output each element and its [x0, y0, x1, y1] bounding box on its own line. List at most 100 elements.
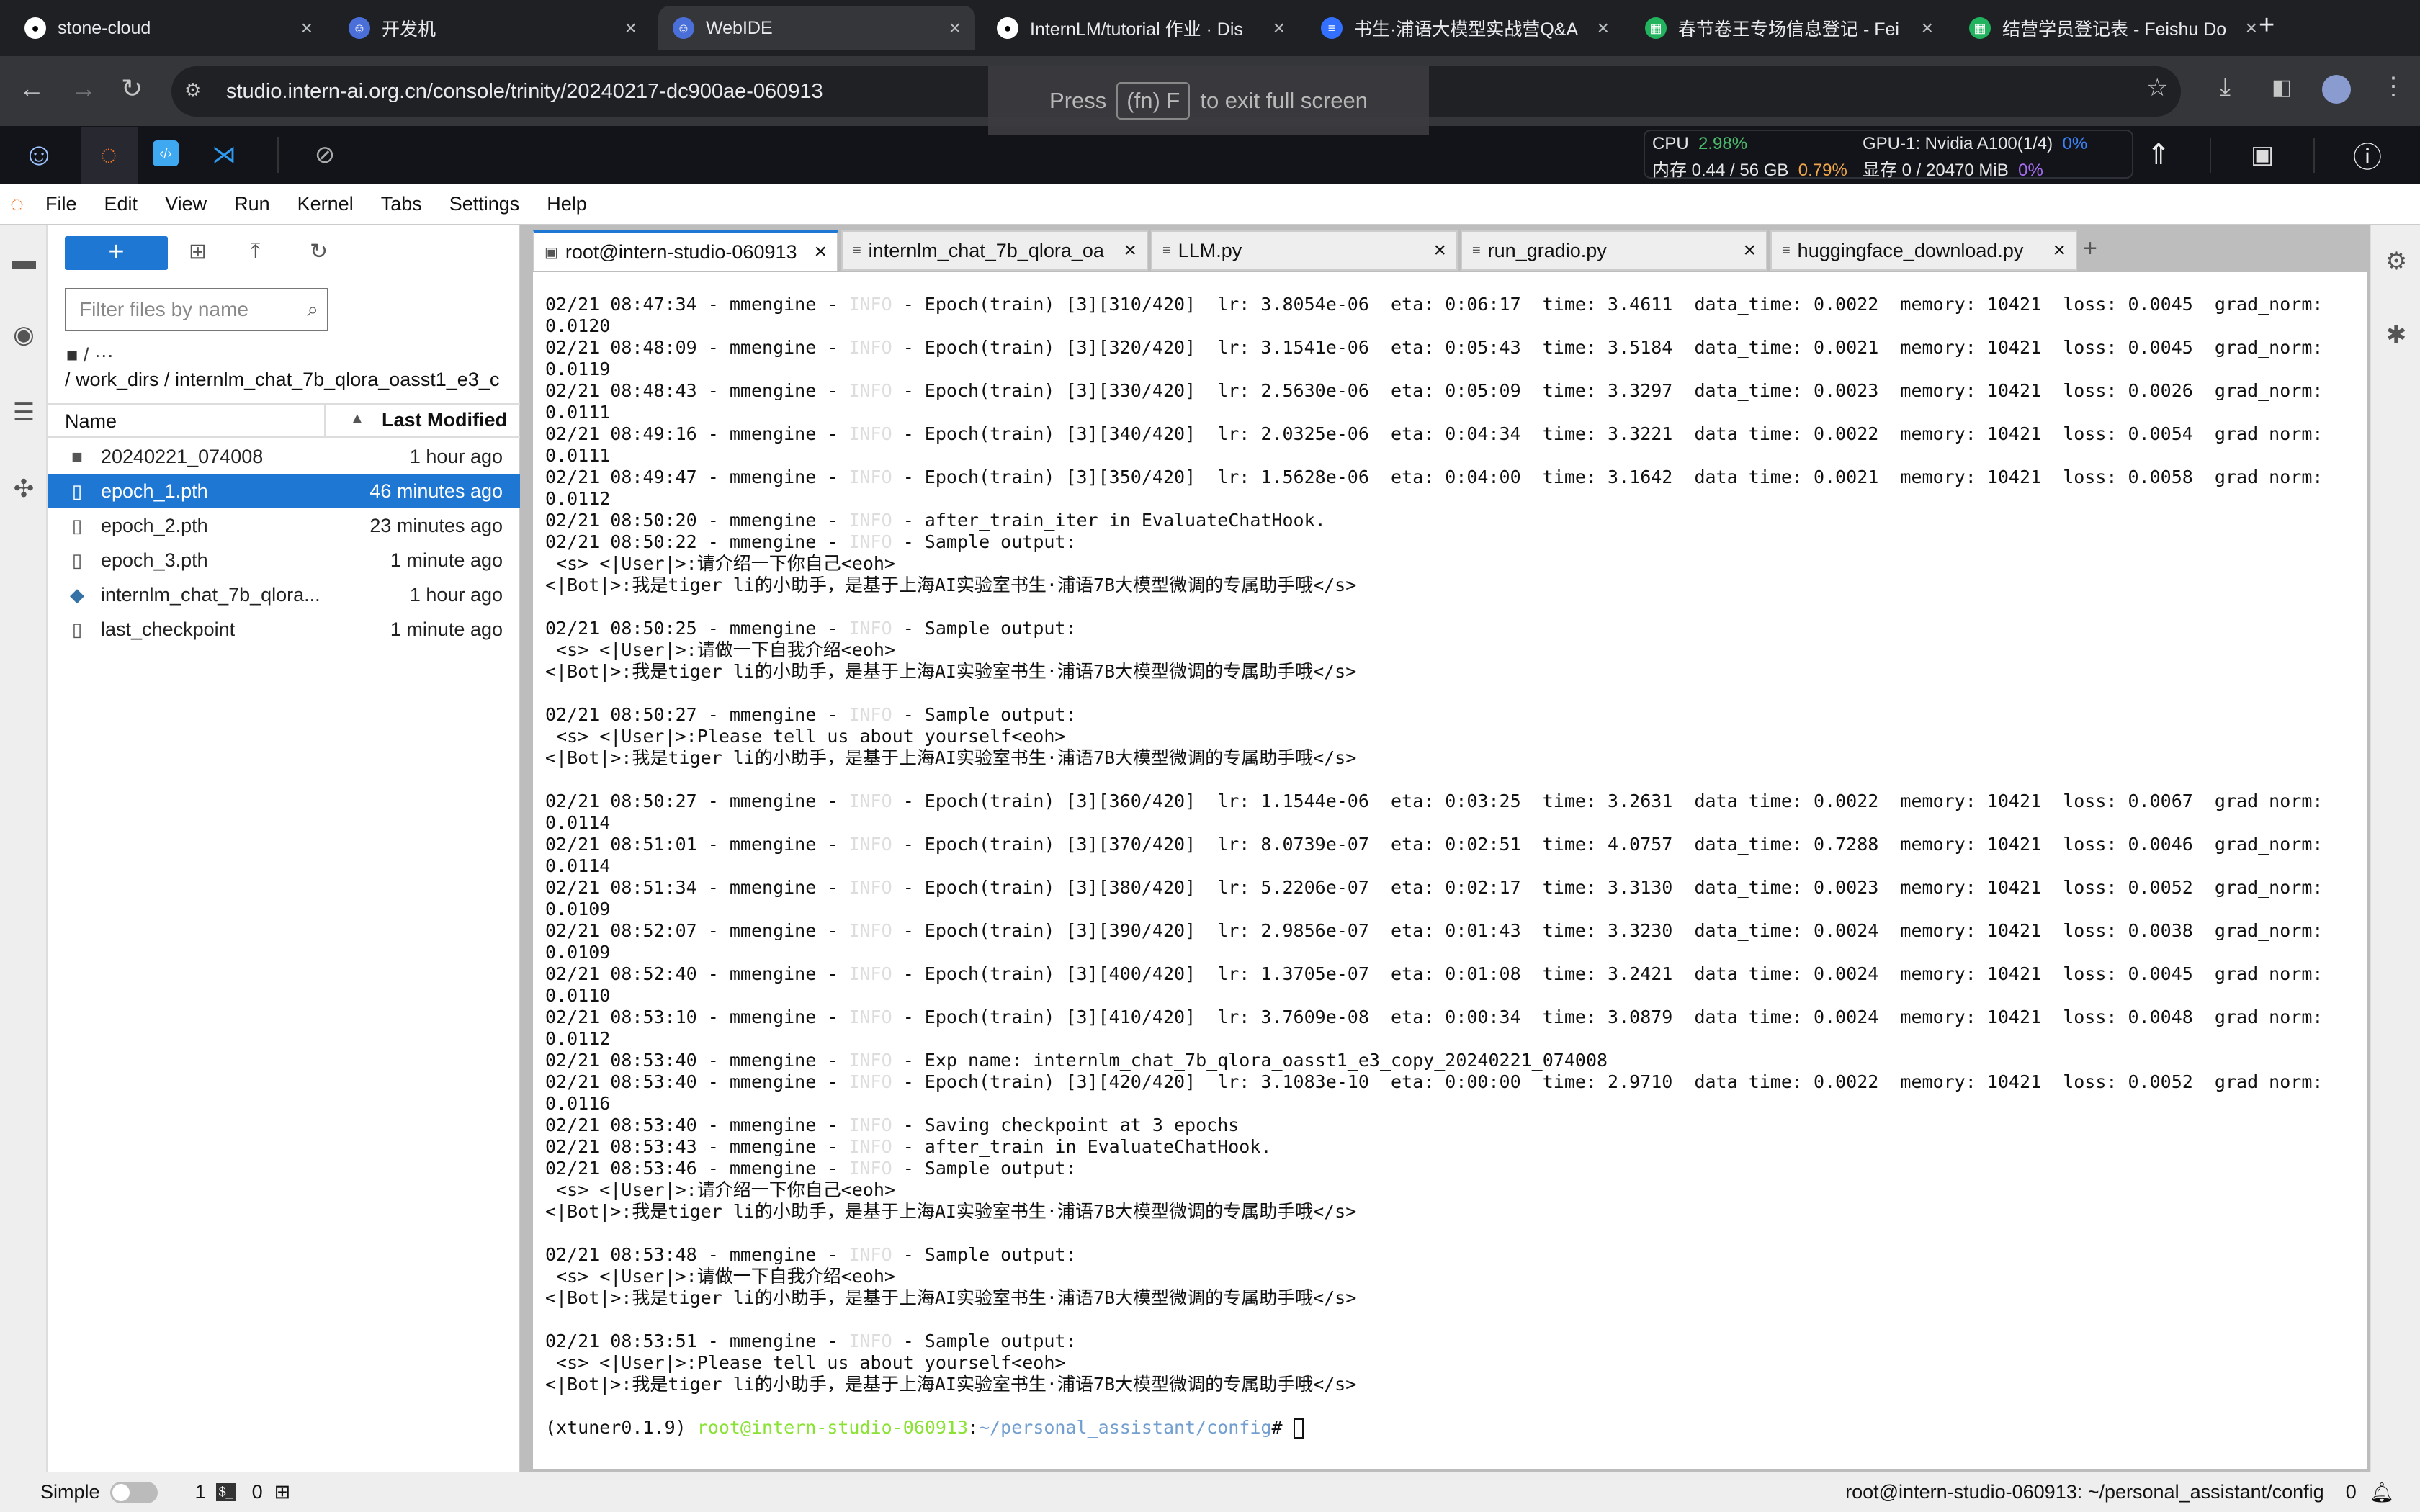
doc-icon: ≡ — [1321, 17, 1343, 39]
notification-count[interactable]: 0 — [2346, 1481, 2357, 1503]
file-row[interactable]: ▯ epoch_1.pth 46 minutes ago — [48, 474, 520, 508]
close-tab-icon[interactable]: × — [625, 17, 637, 40]
editor-tab[interactable]: ≡ run_gradio.py × — [1461, 230, 1767, 271]
terminal-line: <s> <|User|>:请介绍一下你自己<eoh> — [545, 553, 2367, 575]
running-sessions-icon[interactable]: ◉ — [9, 320, 39, 351]
upload-arrow-icon[interactable]: ⇑ — [2141, 137, 2177, 173]
breadcrumb-root[interactable]: ■ / ··· — [66, 344, 114, 366]
log-text: - Epoch(train) [3][390/420] lr: 2.9856e-… — [892, 920, 2323, 941]
close-tab-icon[interactable]: × — [2053, 238, 2066, 263]
menu-file[interactable]: File — [45, 193, 77, 215]
refresh-icon[interactable]: ↻ — [310, 239, 328, 264]
editor-tab[interactable]: ≡ internlm_chat_7b_qlora_oa × — [841, 230, 1148, 271]
menu-kernel[interactable]: Kernel — [297, 193, 354, 215]
close-tab-icon[interactable]: × — [301, 17, 313, 40]
new-launcher-button[interactable]: + — [65, 236, 168, 270]
log-text: <|Bot|>:我是tiger li的小助手，是基于上海AI实验室书生·浦语7B… — [545, 575, 1357, 595]
breadcrumb[interactable]: / work_dirs / internlm_chat_7b_qlora_oas… — [65, 369, 519, 391]
file-row[interactable]: ▯ epoch_2.pth 23 minutes ago — [48, 508, 520, 543]
chrome-menu-icon[interactable]: ⋮ — [2381, 72, 2406, 101]
forward-icon[interactable]: → — [71, 73, 97, 104]
sheet-icon: ▦ — [1969, 17, 1991, 39]
terminal-line: 02/21 08:47:34 - mmengine - INFO - Epoch… — [545, 294, 2367, 315]
log-level: INFO — [848, 920, 892, 941]
file-browser-icon[interactable]: ▬ — [9, 247, 39, 277]
close-tab-icon[interactable]: × — [1922, 17, 1933, 40]
terminal-line: 0.0109 — [545, 942, 2367, 963]
toolbar-divider — [2313, 138, 2315, 173]
upload-icon[interactable]: ⤒ — [251, 239, 260, 264]
table-of-contents-icon[interactable]: ☰ — [9, 398, 39, 428]
close-tab-icon[interactable]: × — [1124, 238, 1137, 263]
browser-tab-title: 开发机 — [382, 19, 436, 40]
profile-avatar[interactable] — [2322, 75, 2351, 104]
close-tab-icon[interactable]: × — [1597, 17, 1609, 40]
close-tab-icon[interactable]: × — [1743, 238, 1756, 263]
menu-run[interactable]: Run — [234, 193, 270, 215]
menu-help[interactable]: Help — [547, 193, 587, 215]
log-text: - Epoch(train) [3][370/420] lr: 8.0739e-… — [892, 834, 2323, 855]
log-text: - Sample output: — [892, 1331, 1077, 1351]
bookmark-star-icon[interactable]: ☆ — [2146, 73, 2168, 102]
monitor-icon[interactable]: ▣ — [2244, 137, 2280, 173]
file-row[interactable]: ◆ internlm_chat_7b_qlora... 1 hour ago — [48, 577, 520, 612]
new-folder-icon[interactable]: ⊞ — [189, 239, 207, 264]
browser-tab[interactable]: ▦ 结营学员登记表 - Feishu Do × — [1955, 6, 2272, 50]
add-tab-button[interactable]: + — [2083, 235, 2097, 263]
log-level: INFO — [848, 1136, 892, 1157]
column-last-modified[interactable]: Last Modified — [382, 409, 507, 431]
side-panel-icon[interactable]: ◧ — [2272, 75, 2292, 100]
close-tab-icon[interactable]: × — [1273, 17, 1285, 40]
log-text: 02/21 08:50:25 - mmengine - — [545, 618, 849, 639]
reload-icon[interactable]: ↻ — [121, 73, 143, 104]
jupyter-icon[interactable]: ◌ — [91, 137, 127, 173]
terminal-prompt[interactable]: (xtuner0.1.9) root@intern-studio-060913:… — [545, 1417, 2367, 1439]
terminal-line: 02/21 08:48:43 - mmengine - INFO - Epoch… — [545, 380, 2367, 402]
back-icon[interactable]: ← — [19, 73, 45, 104]
column-name[interactable]: Name — [65, 410, 117, 433]
menu-tabs[interactable]: Tabs — [381, 193, 422, 215]
file-row[interactable]: ▯ epoch_3.pth 1 minute ago — [48, 543, 520, 577]
info-icon[interactable]: ⓘ — [2349, 137, 2385, 174]
close-tab-icon[interactable]: × — [2246, 17, 2257, 40]
bell-icon[interactable]: 🔔︎ — [2370, 1481, 2394, 1504]
menu-edit[interactable]: Edit — [104, 193, 138, 215]
close-tab-icon[interactable]: × — [1433, 238, 1446, 263]
file-row[interactable]: ■ 20240221_074008 1 hour ago — [48, 439, 520, 474]
browser-tab[interactable]: ▦ 春节卷王专场信息登记 - Fei × — [1631, 6, 1948, 50]
site-settings-icon[interactable]: ⚙ — [184, 79, 201, 102]
file-row[interactable]: ▯ last_checkpoint 1 minute ago — [48, 612, 520, 647]
editor-tab[interactable]: ≡ huggingface_download.py × — [1770, 230, 2077, 271]
editor-tab[interactable]: ≡ LLM.py × — [1151, 230, 1458, 271]
browser-tab[interactable]: ☺ WebIDE × — [658, 6, 975, 50]
new-tab-button[interactable]: + — [2259, 10, 2275, 41]
kernel-count[interactable]: 1 — [195, 1481, 206, 1503]
terminal[interactable]: 02/21 08:47:34 - mmengine - INFO - Epoch… — [533, 272, 2367, 1469]
browser-tab[interactable]: ● stone-cloud × — [10, 6, 327, 50]
simple-mode-toggle[interactable] — [109, 1481, 158, 1503]
log-level: INFO — [848, 618, 892, 639]
browser-tab-title: WebIDE — [706, 17, 773, 38]
log-text: <s> <|User|>:请介绍一下你自己<eoh> — [545, 1179, 895, 1200]
terminal-line: <s> <|User|>:请做一下自我介绍<eoh> — [545, 639, 2367, 661]
editor-tab[interactable]: ▣ root@intern-studio-060913 × — [533, 230, 838, 271]
vscode-icon[interactable]: ⋊ — [206, 137, 242, 173]
browser-tab[interactable]: ● InternLM/tutorial 作业 · Dis × — [982, 6, 1299, 50]
extensions-icon[interactable]: ✣ — [9, 474, 39, 505]
menu-settings[interactable]: Settings — [449, 193, 520, 215]
close-tab-icon[interactable]: × — [949, 17, 961, 40]
terminal-line: 0.0114 — [545, 855, 2367, 877]
browser-tab-title: 春节卷王专场信息登记 - Fei — [1678, 19, 1899, 40]
property-inspector-icon[interactable]: ⚙ — [2381, 247, 2411, 277]
browser-tab[interactable]: ☺ 开发机 × — [334, 6, 651, 50]
filter-files-input[interactable]: Filter files by name ⌕ — [65, 288, 328, 331]
code-server-icon[interactable]: ‹/› — [153, 140, 179, 166]
compass-icon[interactable]: ⊘ — [307, 137, 343, 173]
close-tab-icon[interactable]: × — [814, 240, 827, 264]
folder-icon: ■ — [71, 445, 83, 467]
browser-tab[interactable]: ≡ 书生·浦语大模型实战营Q&A × — [1307, 6, 1623, 50]
menu-view[interactable]: View — [165, 193, 207, 215]
download-icon[interactable]: ⤓ — [2220, 73, 2231, 102]
terminal-count[interactable]: 0 — [252, 1481, 263, 1503]
debugger-icon[interactable]: ✱ — [2381, 320, 2411, 351]
